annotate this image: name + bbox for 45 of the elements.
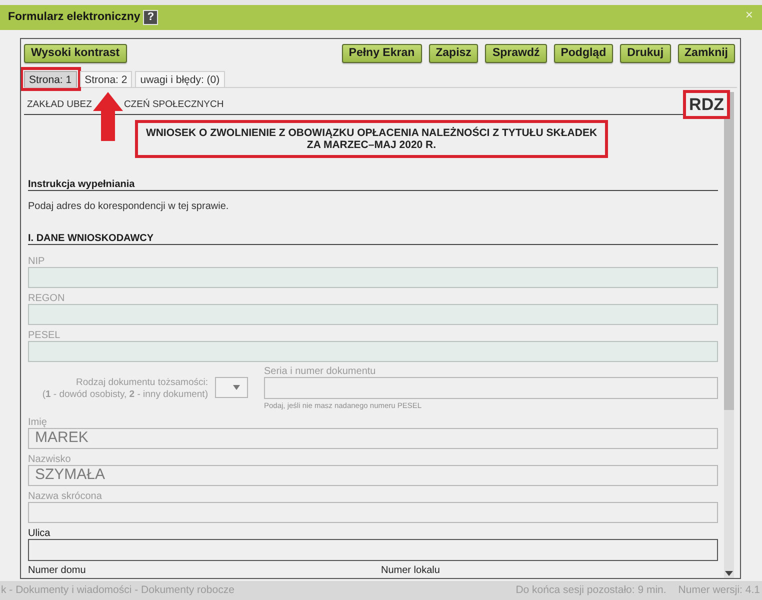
field-label: REGON bbox=[28, 293, 65, 304]
issuer-text: ZAKŁAD UBEZ bbox=[27, 99, 92, 110]
input-field[interactable] bbox=[28, 502, 718, 523]
tab[interactable]: Strona: 1 bbox=[24, 71, 77, 87]
toolbar-button[interactable]: Podgląd bbox=[554, 44, 614, 63]
form-code: RDZ bbox=[689, 94, 724, 114]
field-label: Nazwa skrócona bbox=[28, 491, 102, 502]
section-heading: I. DANE WNIOSKODAWCY bbox=[28, 233, 154, 244]
field-label: Imię bbox=[28, 417, 47, 428]
input-field[interactable] bbox=[28, 267, 718, 288]
tab[interactable]: Strona: 2 bbox=[80, 71, 132, 87]
field-label: Ulica bbox=[28, 528, 50, 539]
section-heading: Instrukcja wypełniania bbox=[28, 179, 135, 190]
toolbar-button[interactable]: Drukuj bbox=[620, 44, 671, 63]
instruction-text: Podaj adres do korespondencji w tej sprawie. bbox=[28, 201, 229, 212]
field-label: Rodzaj dokumentu tożsamości: (1 - dowód osobisty, 2 - inny dokument) bbox=[42, 377, 208, 402]
input-field[interactable]: SZYMAŁA bbox=[28, 465, 718, 486]
toolbar-button[interactable]: Wysoki kontrast bbox=[24, 44, 127, 63]
input-field[interactable] bbox=[264, 377, 718, 399]
window-title: Formularz elektroniczny bbox=[8, 10, 140, 25]
scroll-down-icon[interactable] bbox=[725, 571, 733, 576]
issuer-text: CZEŃ SPOŁECZNYCH bbox=[124, 99, 224, 110]
input-field[interactable] bbox=[28, 539, 718, 561]
input-field[interactable]: MAREK bbox=[28, 428, 718, 449]
toolbar-button[interactable]: Pełny Ekran bbox=[342, 44, 422, 63]
field-label: PESEL bbox=[28, 330, 60, 341]
field-label: Nazwisko bbox=[28, 454, 71, 465]
field-label: Numer lokalu bbox=[381, 566, 440, 576]
form-title: WNIOSEK O ZWOLNIENIE Z OBOWIĄZKU OPŁACENIA NALEŻNOŚCI Z TYTUŁU SKŁADEK ZA MARZEC–MAJ 2020 R. bbox=[146, 127, 598, 151]
toolbar-button[interactable]: Zamknij bbox=[678, 44, 735, 63]
status-text: k - Dokumenty i wiadomości - Dokumenty robocze bbox=[1, 582, 234, 598]
field-label: NIP bbox=[28, 256, 45, 267]
toolbar-button[interactable]: Sprawdź bbox=[485, 44, 547, 63]
tab[interactable]: uwagi i błędy: (0) bbox=[135, 71, 225, 87]
status-text: Do końca sesji pozostało: 9 min. bbox=[516, 582, 666, 598]
help-button[interactable]: ? bbox=[143, 10, 158, 25]
scrollbar-thumb[interactable] bbox=[724, 92, 734, 410]
input-field[interactable] bbox=[28, 341, 718, 362]
field-label: Seria i numer dokumentu bbox=[264, 367, 376, 377]
select-field[interactable] bbox=[215, 377, 248, 398]
toolbar-button[interactable]: Zapisz bbox=[428, 44, 478, 63]
status-text: Numer wersji: 4.1 bbox=[678, 582, 760, 598]
caret-down-icon bbox=[233, 385, 240, 390]
input-field[interactable] bbox=[28, 304, 718, 325]
field-label: Numer domu bbox=[28, 566, 86, 576]
